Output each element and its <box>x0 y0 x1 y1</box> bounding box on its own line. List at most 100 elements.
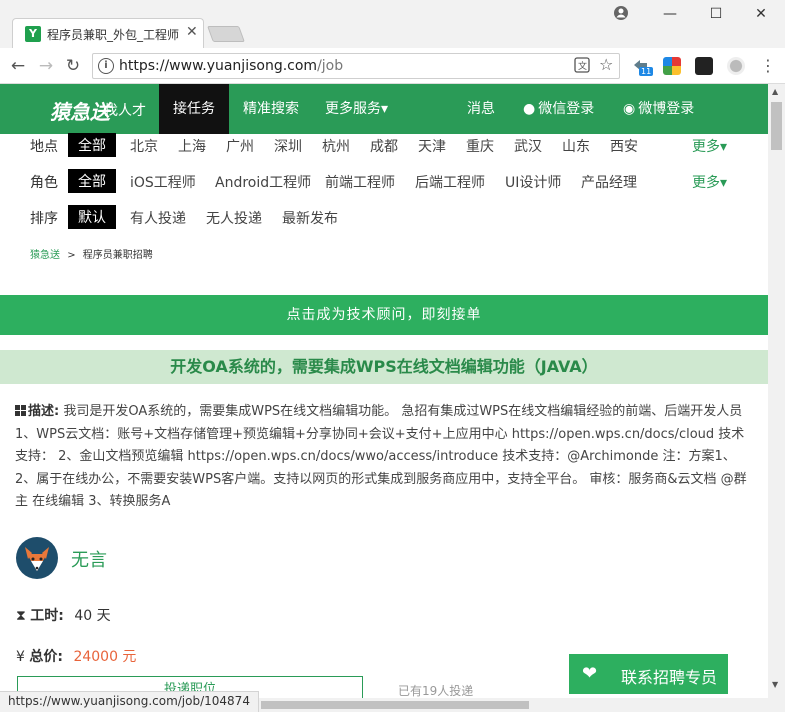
close-window-icon[interactable]: ✕ <box>751 6 771 22</box>
filter-option[interactable]: 产品经理 <box>581 172 637 192</box>
browser-toolbar: ← → ↻ i https://www.yuanjisong.com/job 文… <box>0 48 785 84</box>
browser-tab[interactable]: Y 程序员兼职_外包_工程师 ✕ <box>12 18 204 48</box>
contact-recruiter-button[interactable]: ❤ 联系招聘专员 <box>569 654 728 694</box>
extension-icon[interactable]: 11 <box>632 57 654 76</box>
filter-label: 角色 <box>30 175 58 191</box>
nav-precise-search[interactable]: 精准搜索 <box>243 84 299 134</box>
extension-dark-icon[interactable] <box>695 57 713 75</box>
filter-option[interactable]: 上海 <box>178 136 206 156</box>
site-header: 猿急送 找人才 接任务 精准搜索 更多服务▾ 消息 ● 微信登录 ◉ 微博登录 <box>0 84 768 134</box>
filter-label: 排序 <box>30 211 58 227</box>
filter-option[interactable]: iOS工程师 <box>130 172 196 192</box>
yen-icon: ¥ <box>16 649 25 665</box>
wechat-icon: ● <box>523 101 536 117</box>
tab-title: 程序员兼职_外包_工程师 <box>47 28 180 42</box>
breadcrumb: 猿急送 > 程序员兼职招聘 <box>30 246 153 261</box>
filter-option[interactable]: 天津 <box>418 136 446 156</box>
filter-option[interactable]: UI设计师 <box>505 172 561 192</box>
filter-sort: 排序 默认 有人投递 无人投递 最新发布 <box>0 203 768 233</box>
filter-option[interactable]: 杭州 <box>322 136 350 156</box>
profile-icon[interactable] <box>611 5 631 25</box>
site-favicon: Y <box>25 26 41 42</box>
grid-icon <box>15 405 26 416</box>
filter-option[interactable]: 后端工程师 <box>415 172 485 192</box>
site-logo[interactable]: 猿急送 <box>50 96 110 125</box>
scroll-down-icon[interactable]: ▼ <box>772 680 778 689</box>
applicant-count: 已有19人投递 <box>398 684 474 698</box>
sort-option[interactable]: 有人投递 <box>130 208 186 228</box>
address-bar[interactable]: i https://www.yuanjisong.com/job 文 ☆ <box>92 53 620 79</box>
nav-messages[interactable]: 消息 <box>467 84 495 134</box>
author-name[interactable]: 无言 <box>71 546 107 572</box>
extension-colorful-icon[interactable] <box>663 57 681 75</box>
sort-option[interactable]: 最新发布 <box>282 208 338 228</box>
weibo-icon: ◉ <box>623 101 636 117</box>
job-price: ¥ 总价: 24000 元 <box>16 646 136 666</box>
info-icon[interactable]: i <box>98 58 114 74</box>
hourglass-icon: ⧗ <box>16 608 26 624</box>
fox-avatar-icon <box>25 547 49 571</box>
filter-option[interactable]: Android工程师 <box>215 172 311 192</box>
job-title: 开发OA系统的，需要集成WPS在线文档编辑功能（JAVA） <box>0 350 768 384</box>
price-value: 24000 元 <box>73 649 137 665</box>
filter-option[interactable]: 全部 <box>68 169 116 193</box>
breadcrumb-separator: > <box>67 250 76 261</box>
url-text[interactable]: https://www.yuanjisong.com/job <box>119 58 343 74</box>
back-icon[interactable]: ← <box>8 56 28 76</box>
filter-option[interactable]: 北京 <box>130 136 158 156</box>
maximize-icon[interactable]: ☐ <box>706 6 726 22</box>
minimize-icon[interactable]: — <box>660 6 680 22</box>
filter-option[interactable]: 全部 <box>68 133 116 157</box>
filter-option[interactable]: 广州 <box>226 136 254 156</box>
job-duration: ⧗ 工时: 40 天 <box>16 605 111 625</box>
avatar[interactable] <box>16 537 58 579</box>
job-description: 描述: 我司是开发OA系统的，需要集成WPS在线文档编辑功能。 急招有集成过WP… <box>15 401 755 514</box>
filter-option[interactable]: 前端工程师 <box>325 172 395 192</box>
sort-option[interactable]: 无人投递 <box>206 208 262 228</box>
new-tab-button[interactable] <box>207 26 245 42</box>
forward-icon[interactable]: → <box>36 56 56 76</box>
bookmark-star-icon[interactable]: ☆ <box>599 55 613 74</box>
translate-icon[interactable]: 文 <box>574 57 590 77</box>
heart-icon: ❤ <box>582 663 598 684</box>
price-label: 总价: <box>29 649 63 665</box>
filter-role: 角色 全部 iOS工程师 Android工程师 前端工程师 后端工程师 UI设计… <box>0 167 768 197</box>
duration-value: 40 天 <box>74 608 111 624</box>
horizontal-scrollbar[interactable] <box>255 698 768 712</box>
filter-option[interactable]: 重庆 <box>466 136 494 156</box>
extension-badge: 11 <box>639 67 654 76</box>
weibo-login[interactable]: ◉ 微博登录 <box>623 84 694 134</box>
description-label: 描述: <box>28 404 60 419</box>
status-bar-url: https://www.yuanjisong.com/job/104874 <box>0 691 259 712</box>
description-text: 我司是开发OA系统的，需要集成WPS在线文档编辑功能。 急招有集成过WPS在线文… <box>15 404 747 509</box>
duration-label: 工时: <box>30 608 64 624</box>
sort-option[interactable]: 默认 <box>68 205 116 229</box>
nav-more-services[interactable]: 更多服务▾ <box>325 84 388 134</box>
logo-subtitle[interactable]: 找人才 <box>104 100 146 120</box>
breadcrumb-home[interactable]: 猿急送 <box>30 250 60 261</box>
filter-option[interactable]: 西安 <box>610 136 638 156</box>
filter-option[interactable]: 武汉 <box>514 136 542 156</box>
tab-close-icon[interactable]: ✕ <box>186 24 198 40</box>
reload-icon[interactable]: ↻ <box>63 56 83 76</box>
browser-tab-strip: Y 程序员兼职_外包_工程师 ✕ — ☐ ✕ <box>0 0 785 48</box>
breadcrumb-current: 程序员兼职招聘 <box>82 250 153 261</box>
nav-take-tasks[interactable]: 接任务 <box>159 84 229 134</box>
wechat-login[interactable]: ● 微信登录 <box>523 84 594 134</box>
extension-circle-icon[interactable] <box>727 57 745 75</box>
filter-location: 地点 全部 北京 上海 广州 深圳 杭州 成都 天津 重庆 武汉 山东 西安 更… <box>0 131 768 161</box>
menu-icon[interactable]: ⋮ <box>758 56 778 75</box>
filter-label: 地点 <box>30 139 58 155</box>
become-consultant-banner[interactable]: 点击成为技术顾问，即刻接单 <box>0 295 768 335</box>
filter-option[interactable]: 山东 <box>562 136 590 156</box>
more-locations-link[interactable]: 更多▾ <box>692 136 727 156</box>
scroll-thumb[interactable] <box>261 701 529 709</box>
more-roles-link[interactable]: 更多▾ <box>692 172 727 192</box>
vertical-scrollbar[interactable]: ▲ ▼ <box>768 84 785 712</box>
svg-text:文: 文 <box>578 60 587 72</box>
contact-label: 联系招聘专员 <box>621 668 718 687</box>
filter-option[interactable]: 成都 <box>370 136 398 156</box>
scroll-thumb[interactable] <box>771 102 782 150</box>
scroll-up-icon[interactable]: ▲ <box>772 87 778 96</box>
filter-option[interactable]: 深圳 <box>274 136 302 156</box>
